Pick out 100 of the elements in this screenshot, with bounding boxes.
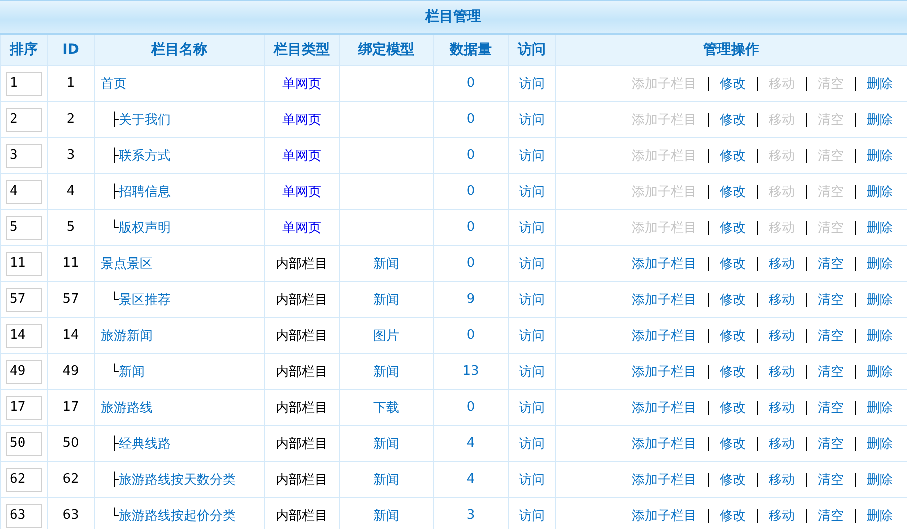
column-name-link[interactable]: 首页 bbox=[101, 76, 127, 92]
action-link[interactable]: 移动 bbox=[769, 398, 795, 416]
order-field[interactable]: 3 bbox=[6, 144, 42, 168]
model-link[interactable]: 新闻 bbox=[374, 508, 400, 524]
action-link[interactable]: 删除 bbox=[867, 74, 893, 92]
order-field[interactable]: 5 bbox=[6, 216, 42, 240]
action-link[interactable]: 删除 bbox=[867, 290, 893, 308]
order-field[interactable]: 50 bbox=[6, 432, 42, 456]
action-link[interactable]: 清空 bbox=[818, 290, 844, 308]
column-name-link[interactable]: 旅游路线 bbox=[101, 400, 153, 416]
order-field[interactable]: 57 bbox=[6, 288, 42, 312]
order-field[interactable]: 1 bbox=[6, 72, 42, 96]
action-link[interactable]: 添加子栏目 bbox=[632, 470, 697, 488]
type-text: 内部栏目 bbox=[276, 256, 328, 272]
id-text: 57 bbox=[62, 292, 80, 307]
model-link[interactable]: 新闻 bbox=[374, 364, 400, 380]
action-link[interactable]: 删除 bbox=[867, 218, 893, 236]
action-link[interactable]: 修改 bbox=[720, 326, 746, 344]
count-text: 0 bbox=[466, 184, 476, 199]
order-field[interactable]: 11 bbox=[6, 252, 42, 276]
action-link[interactable]: 清空 bbox=[818, 254, 844, 272]
action-link[interactable]: 删除 bbox=[867, 182, 893, 200]
action-link[interactable]: 移动 bbox=[769, 290, 795, 308]
action-link[interactable]: 删除 bbox=[867, 110, 893, 128]
column-name-link[interactable]: 版权声明 bbox=[118, 220, 171, 236]
order-field[interactable]: 17 bbox=[6, 396, 42, 420]
action-link[interactable]: 移动 bbox=[769, 434, 795, 452]
action-link[interactable]: 移动 bbox=[769, 326, 795, 344]
action-link[interactable]: 删除 bbox=[867, 362, 893, 380]
action-link[interactable]: 删除 bbox=[867, 254, 893, 272]
order-field[interactable]: 62 bbox=[6, 468, 42, 492]
action-link[interactable]: 移动 bbox=[769, 506, 795, 524]
action-link[interactable]: 添加子栏目 bbox=[632, 434, 697, 452]
action-link[interactable]: 修改 bbox=[720, 290, 746, 308]
order-field[interactable]: 2 bbox=[6, 108, 42, 132]
action-link[interactable]: 修改 bbox=[720, 434, 746, 452]
action-link[interactable]: 删除 bbox=[867, 470, 893, 488]
model-link[interactable]: 新闻 bbox=[374, 472, 400, 488]
column-header: 访问 bbox=[508, 35, 556, 66]
column-name-link[interactable]: 景点景区 bbox=[101, 256, 153, 272]
column-name-link[interactable]: 联系方式 bbox=[118, 148, 171, 164]
id-text: 11 bbox=[62, 256, 80, 271]
column-name-link[interactable]: 旅游路线按起价分类 bbox=[118, 508, 236, 524]
order-field[interactable]: 4 bbox=[6, 180, 42, 204]
action-link[interactable]: 修改 bbox=[720, 506, 746, 524]
action-link[interactable]: 删除 bbox=[867, 326, 893, 344]
action-link[interactable]: 删除 bbox=[867, 506, 893, 524]
order-field[interactable]: 14 bbox=[6, 324, 42, 348]
action-link[interactable]: 添加子栏目 bbox=[632, 506, 697, 524]
action-link[interactable]: 清空 bbox=[818, 506, 844, 524]
column-name-link[interactable]: 经典线路 bbox=[118, 436, 171, 452]
column-name-link[interactable]: 旅游新闻 bbox=[101, 328, 153, 344]
column-name-link[interactable]: 景区推荐 bbox=[118, 292, 171, 308]
id-text: 3 bbox=[66, 148, 76, 163]
action-link[interactable]: 删除 bbox=[867, 146, 893, 164]
action-link[interactable]: 修改 bbox=[720, 182, 746, 200]
model-link[interactable]: 下载 bbox=[374, 400, 400, 416]
action-link[interactable]: 清空 bbox=[818, 398, 844, 416]
action-link[interactable]: 修改 bbox=[720, 110, 746, 128]
id-text: 62 bbox=[62, 472, 80, 487]
column-name-link[interactable]: 旅游路线按天数分类 bbox=[118, 472, 236, 488]
action-link[interactable]: 清空 bbox=[818, 470, 844, 488]
action-link[interactable]: 移动 bbox=[769, 470, 795, 488]
action-link[interactable]: 移动 bbox=[769, 254, 795, 272]
order-field[interactable]: 63 bbox=[6, 504, 42, 528]
column-name-link[interactable]: 招聘信息 bbox=[118, 184, 171, 200]
order-field[interactable]: 49 bbox=[6, 360, 42, 384]
action-link[interactable]: 修改 bbox=[720, 74, 746, 92]
action-link[interactable]: 清空 bbox=[818, 434, 844, 452]
model-link[interactable]: 图片 bbox=[374, 328, 400, 344]
type-text: 内部栏目 bbox=[276, 292, 328, 308]
action-link[interactable]: 添加子栏目 bbox=[632, 398, 697, 416]
column-name-link[interactable]: 新闻 bbox=[118, 364, 145, 380]
action-link[interactable]: 修改 bbox=[720, 254, 746, 272]
action-link[interactable]: 添加子栏目 bbox=[632, 326, 697, 344]
action-link[interactable]: 添加子栏目 bbox=[632, 362, 697, 380]
action-link[interactable]: 添加子栏目 bbox=[632, 290, 697, 308]
column-header: 栏目类型 bbox=[264, 35, 340, 66]
count-text: 0 bbox=[466, 148, 476, 163]
action-link[interactable]: 清空 bbox=[818, 326, 844, 344]
action-link[interactable]: 移动 bbox=[769, 362, 795, 380]
action-link[interactable]: 修改 bbox=[720, 362, 746, 380]
action-link[interactable]: 修改 bbox=[720, 146, 746, 164]
count-text: 3 bbox=[466, 508, 476, 523]
model-link[interactable]: 新闻 bbox=[374, 256, 400, 272]
column-name-link[interactable]: 关于我们 bbox=[118, 112, 171, 128]
page-title: 栏目管理 bbox=[426, 8, 482, 26]
action-link[interactable]: 修改 bbox=[720, 218, 746, 236]
action-link[interactable]: 添加子栏目 bbox=[632, 254, 697, 272]
action-link[interactable]: 删除 bbox=[867, 434, 893, 452]
tree-branch: ├ bbox=[111, 148, 119, 164]
action-link[interactable]: 修改 bbox=[720, 398, 746, 416]
tree-branch: └ bbox=[111, 292, 119, 308]
action-link[interactable]: 删除 bbox=[867, 398, 893, 416]
action-link[interactable]: 清空 bbox=[818, 362, 844, 380]
model-link[interactable]: 新闻 bbox=[374, 292, 400, 308]
count-text: 13 bbox=[462, 364, 480, 379]
action-link[interactable]: 修改 bbox=[720, 470, 746, 488]
column-header: 栏目名称 bbox=[94, 35, 264, 66]
model-link[interactable]: 新闻 bbox=[374, 436, 400, 452]
